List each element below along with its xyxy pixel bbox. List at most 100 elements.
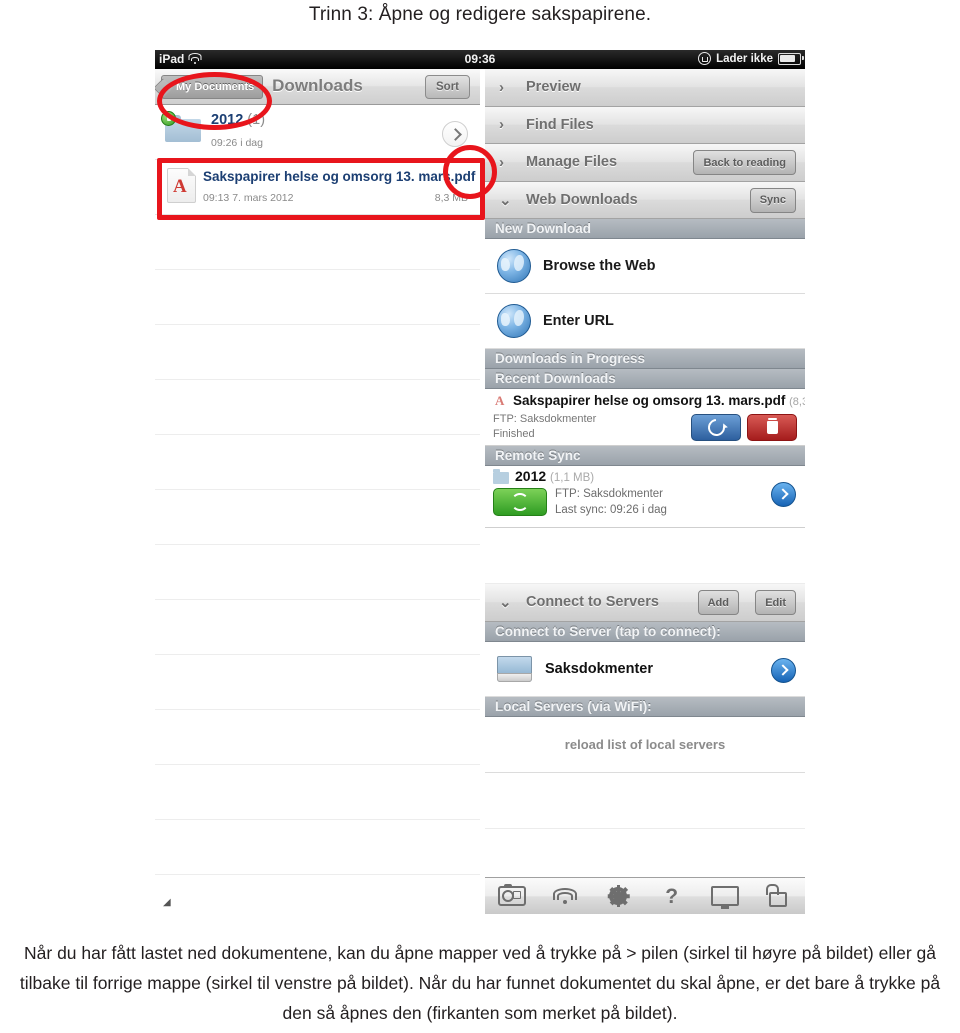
empty-row: [155, 710, 480, 765]
section-manage-files[interactable]: › Manage Files Back to reading: [485, 144, 805, 182]
sync-button[interactable]: Sync: [749, 187, 796, 213]
refresh-icon-button[interactable]: [691, 414, 741, 441]
empty-row: [155, 325, 480, 380]
downloads-in-progress-header: Downloads in Progress: [485, 349, 805, 369]
sync-icon: [511, 493, 529, 511]
enter-url-item[interactable]: Enter URL: [485, 294, 805, 349]
gear-icon[interactable]: [601, 884, 635, 908]
sync-size: (1,1 MB): [550, 472, 595, 484]
section-label: Connect to Servers: [526, 594, 659, 611]
download-status: Finished: [493, 428, 535, 440]
chevron-right-icon: ›: [499, 78, 504, 96]
empty-row: [155, 490, 480, 545]
globe-icon: [497, 304, 531, 338]
section-label: Manage Files: [526, 154, 618, 171]
recent-download-row[interactable]: Sakspapirer helse og omsorg 13. mars.pdf…: [485, 389, 805, 446]
section-web-downloads[interactable]: ⌄ Web Downloads Sync: [485, 181, 805, 219]
edit-button[interactable]: Edit: [755, 590, 796, 615]
empty-row: [155, 545, 480, 600]
section-label: Preview: [526, 79, 581, 96]
empty-row: [155, 380, 480, 435]
sync-name: 2012: [515, 468, 547, 484]
server-name: Saksdokmenter: [545, 660, 653, 677]
empty-row: [155, 270, 480, 325]
chevron-right-icon[interactable]: [442, 121, 468, 147]
file-row-pdf[interactable]: Sakspapirer helse og omsorg 13. mars.pdf…: [155, 160, 480, 215]
bottom-toolbar: ?: [485, 877, 805, 914]
file-list: 2012 (1) 09:26 i dag Sakspapirer helse o…: [155, 105, 480, 914]
pdf-name: Sakspapirer helse og omsorg 13. mars.pdf: [203, 169, 476, 184]
camera-icon[interactable]: [495, 884, 529, 908]
mouse-cursor: ◢: [163, 897, 171, 908]
section-label: Web Downloads: [526, 191, 638, 208]
tools-panel: › Preview › Find Files › Manage Files Ba…: [485, 69, 805, 914]
delete-button[interactable]: [747, 414, 797, 441]
section-find-files[interactable]: › Find Files: [485, 106, 805, 144]
folder-icon: [493, 469, 509, 484]
connect-to-server-header: Connect to Server (tap to connect):: [485, 621, 805, 642]
item-label: Enter URL: [543, 313, 614, 329]
download-title: Sakspapirer helse og omsorg 13. mars.pdf…: [513, 393, 805, 408]
reload-local-servers-button[interactable]: reload list of local servers: [485, 716, 805, 773]
globe-icon: [497, 249, 531, 283]
wifi-icon[interactable]: [548, 884, 582, 908]
folder-count: (1): [247, 112, 266, 128]
sync-last: Last sync: 09:26 i dag: [555, 504, 667, 516]
local-servers-header: Local Servers (via WiFi):: [485, 696, 805, 717]
section-label: Find Files: [526, 116, 594, 133]
new-download-header: New Download: [485, 219, 805, 239]
remote-sync-row[interactable]: 2012 (1,1 MB) FTP: Saksdokmenter Last sy…: [485, 466, 805, 528]
empty-row: [155, 435, 480, 490]
documents-panel: My Documents Downloads Sort 2012 (1) 09:…: [155, 69, 480, 914]
back-to-reading-button[interactable]: Back to reading: [693, 150, 796, 175]
navigation-bar: My Documents Downloads Sort: [155, 69, 480, 105]
status-bar: iPad 09:36 Lader ikke: [155, 50, 805, 69]
item-label: Browse the Web: [543, 258, 656, 274]
page-caption: Når du har fått lastet ned dokumentene, …: [19, 943, 941, 1023]
help-icon[interactable]: ?: [655, 884, 689, 908]
status-bar-right: Lader ikke: [698, 52, 804, 65]
pdf-icon: [493, 393, 507, 409]
chevron-down-icon: ⌄: [499, 191, 512, 209]
rotation-lock-icon: [698, 52, 712, 65]
section-connect-to-servers[interactable]: ⌄ Connect to Servers Edit Add: [485, 584, 805, 622]
download-size: (8,3 MB): [789, 396, 805, 408]
download-name: Sakspapirer helse og omsorg 13. mars.pdf: [513, 393, 786, 408]
file-row-folder[interactable]: 2012 (1) 09:26 i dag: [155, 105, 480, 160]
empty-row: [155, 215, 480, 270]
display-icon[interactable]: [708, 884, 742, 909]
arrow-right-icon[interactable]: [771, 482, 796, 507]
empty-row: [155, 655, 480, 710]
folder-date: 09:26 i dag: [211, 137, 263, 149]
sync-now-button[interactable]: [493, 488, 547, 516]
add-button[interactable]: Add: [697, 590, 739, 615]
chevron-right-icon: ›: [499, 153, 504, 171]
refresh-icon: [704, 415, 728, 440]
battery-icon: [778, 52, 804, 65]
sort-button[interactable]: Sort: [425, 75, 470, 99]
server-row[interactable]: Saksdokmenter: [485, 641, 805, 697]
remote-sync-header: Remote Sync: [485, 446, 805, 466]
sync-source: FTP: Saksdokmenter: [555, 488, 664, 500]
folder-icon: [161, 111, 201, 142]
pdf-date: 09:13 7. mars 2012: [203, 192, 294, 204]
browse-the-web-item[interactable]: Browse the Web: [485, 239, 805, 294]
section-preview[interactable]: › Preview: [485, 69, 805, 107]
empty-row: [155, 765, 480, 820]
file-name: 2012 (1): [211, 112, 265, 128]
sync-badge-icon: [161, 111, 176, 126]
spacer-row: [485, 528, 805, 584]
empty-row: [155, 600, 480, 655]
download-source: FTP: Saksdokmenter: [493, 413, 597, 425]
empty-row: [155, 820, 480, 875]
folder-name: 2012: [211, 112, 244, 128]
pdf-size: 8,3 MB: [434, 192, 468, 204]
arrow-right-icon[interactable]: [771, 657, 796, 683]
trash-icon: [766, 417, 778, 434]
pdf-icon: [167, 168, 196, 203]
unlock-icon[interactable]: [761, 883, 795, 908]
ipad-screenshot: iPad 09:36 Lader ikke My Documents Downl…: [155, 50, 805, 914]
battery-label: Lader ikke: [716, 52, 773, 65]
chevron-right-icon: ›: [499, 116, 504, 134]
hard-drive-icon: [497, 655, 532, 682]
